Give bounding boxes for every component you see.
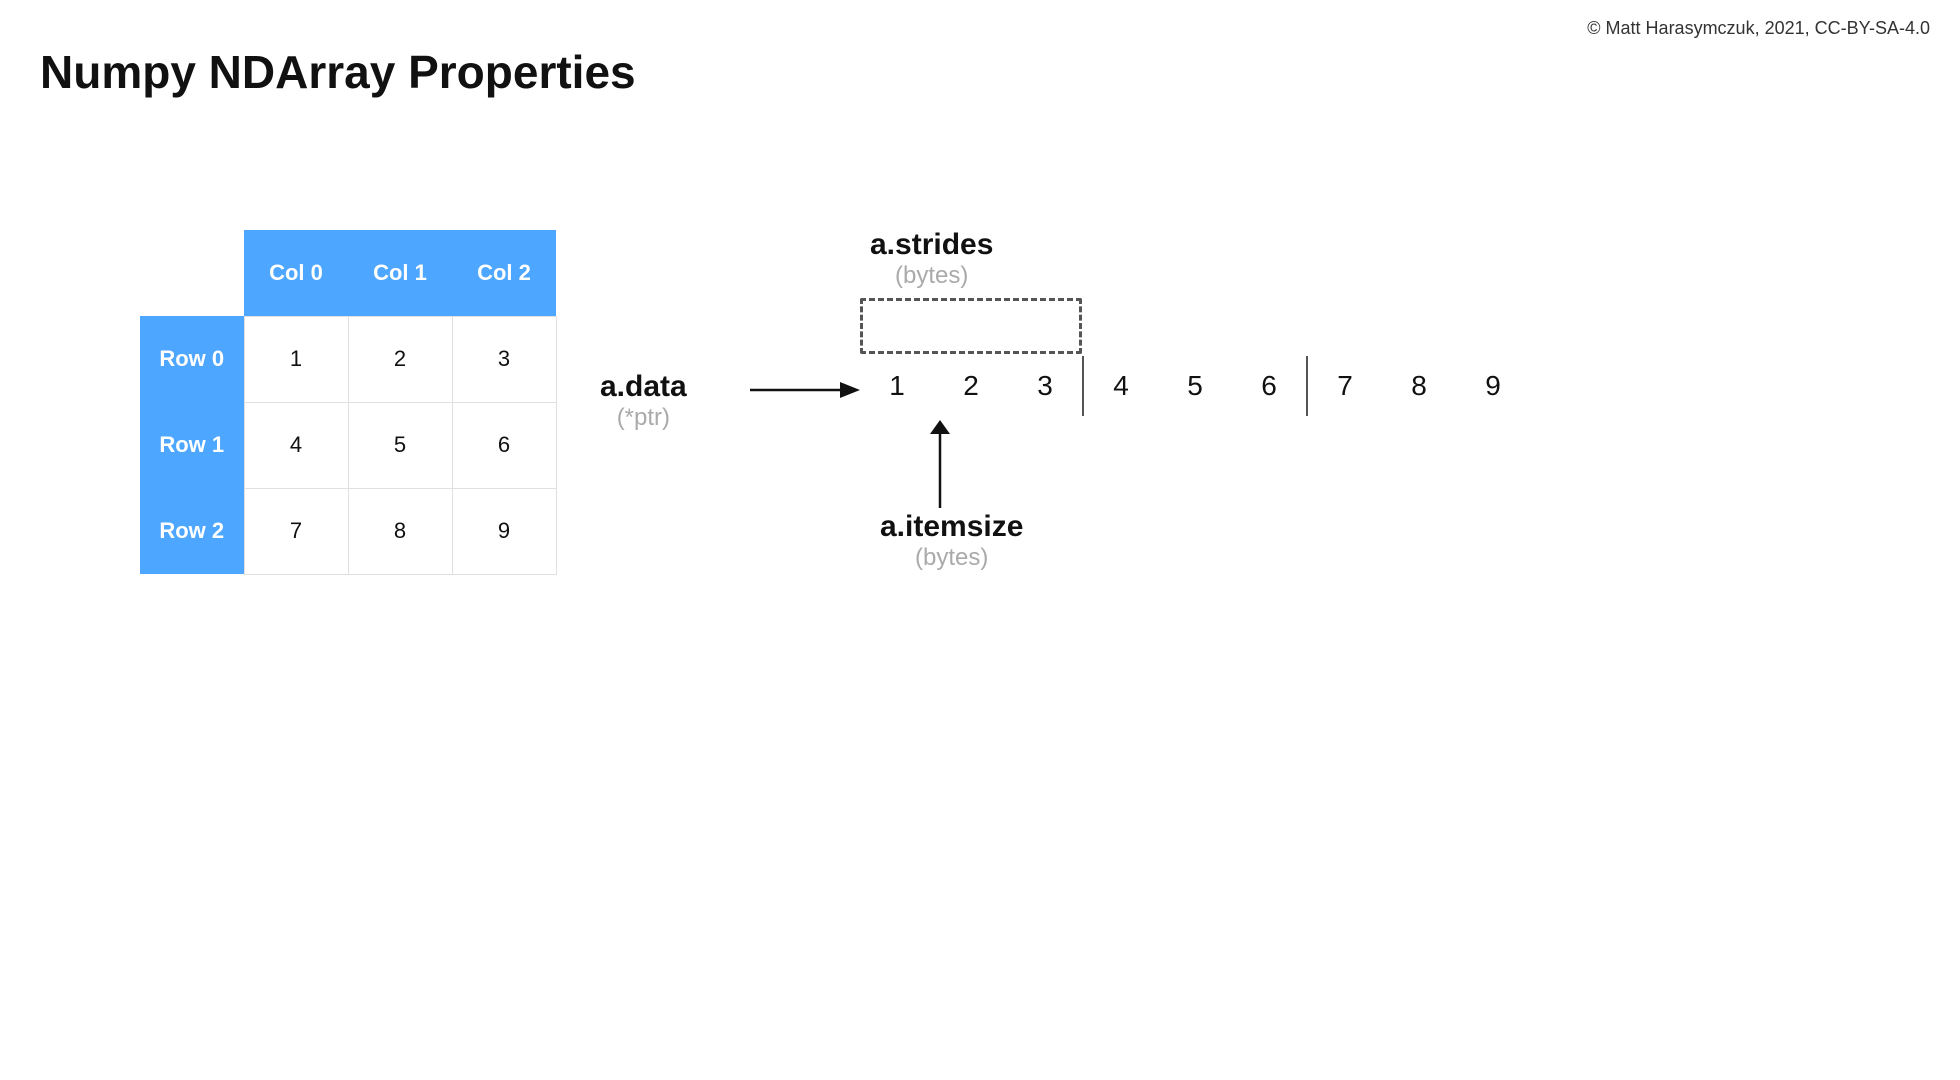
col-header-0: Col 0 bbox=[244, 230, 348, 316]
astrides-main: a.strides bbox=[870, 228, 993, 262]
matrix-table: Col 0 Col 1 Col 2 Row 0 1 2 3 Row 1 4 5 … bbox=[140, 230, 557, 575]
cell-1-1: 5 bbox=[348, 402, 452, 488]
row-header-1: Row 1 bbox=[140, 402, 244, 488]
cell-0-2: 3 bbox=[452, 316, 556, 402]
cell-0-1: 2 bbox=[348, 316, 452, 402]
mem-cell-5: 5 bbox=[1158, 356, 1232, 416]
col-header-1: Col 1 bbox=[348, 230, 452, 316]
table-row: Row 2 7 8 9 bbox=[140, 488, 556, 574]
table-row: Row 0 1 2 3 bbox=[140, 316, 556, 402]
mem-cell-7: 7 bbox=[1308, 356, 1382, 416]
mem-cell-8: 8 bbox=[1382, 356, 1456, 416]
mem-cell-3: 3 bbox=[1008, 356, 1082, 416]
mem-cell-2: 2 bbox=[934, 356, 1008, 416]
table-row: Row 1 4 5 6 bbox=[140, 402, 556, 488]
cell-1-2: 6 bbox=[452, 402, 556, 488]
itemsize-arrow bbox=[920, 420, 960, 510]
mem-cell-4: 4 bbox=[1084, 356, 1158, 416]
page-title: Numpy NDArray Properties bbox=[40, 45, 636, 99]
strides-box bbox=[860, 298, 1082, 354]
col-header-2: Col 2 bbox=[452, 230, 556, 316]
astrides-sub: (bytes) bbox=[870, 262, 993, 290]
row-header-2: Row 2 bbox=[140, 488, 244, 574]
cell-2-0: 7 bbox=[244, 488, 348, 574]
cell-2-1: 8 bbox=[348, 488, 452, 574]
cell-2-2: 9 bbox=[452, 488, 556, 574]
adata-sub: (*ptr) bbox=[600, 404, 687, 432]
aitemsize-sub: (bytes) bbox=[880, 544, 1023, 572]
matrix-container: Col 0 Col 1 Col 2 Row 0 1 2 3 Row 1 4 5 … bbox=[140, 230, 557, 575]
aitemsize-main: a.itemsize bbox=[880, 510, 1023, 544]
mem-cell-9: 9 bbox=[1456, 356, 1530, 416]
mem-cell-6: 6 bbox=[1232, 356, 1306, 416]
aitemsize-label: a.itemsize (bytes) bbox=[880, 510, 1023, 572]
cell-1-0: 4 bbox=[244, 402, 348, 488]
astrides-label: a.strides (bytes) bbox=[870, 228, 993, 290]
corner-cell bbox=[140, 230, 244, 316]
cell-0-0: 1 bbox=[244, 316, 348, 402]
memory-row: 1 2 3 4 5 6 7 8 9 bbox=[860, 356, 1530, 416]
adata-main: a.data bbox=[600, 370, 687, 404]
row-header-0: Row 0 bbox=[140, 316, 244, 402]
adata-label: a.data (*ptr) bbox=[600, 370, 687, 432]
adata-arrow bbox=[750, 370, 860, 410]
copyright-text: © Matt Harasymczuk, 2021, CC-BY-SA-4.0 bbox=[1587, 18, 1930, 39]
mem-cell-1: 1 bbox=[860, 356, 934, 416]
